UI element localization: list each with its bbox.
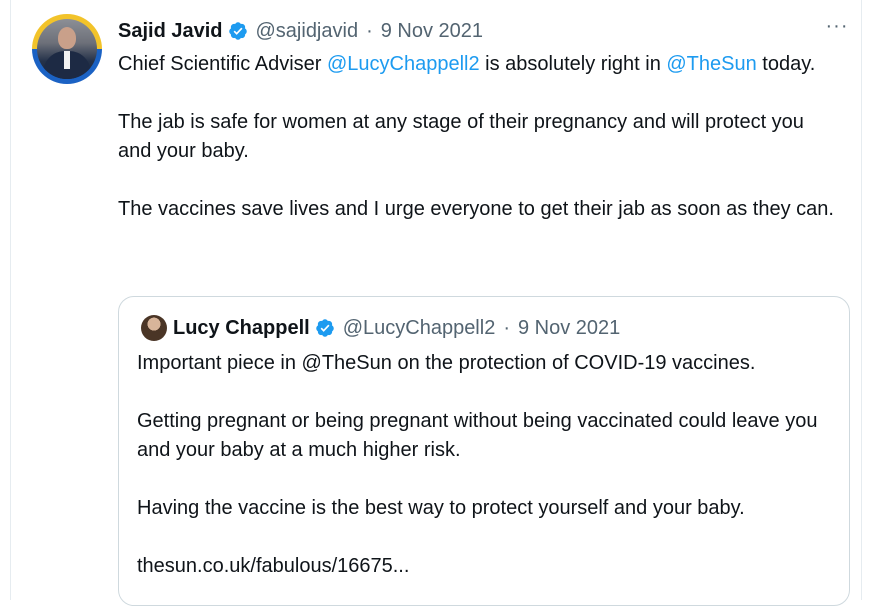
quoted-paragraph-2: Getting pregnant or being pregnant witho… xyxy=(137,410,818,461)
quoted-header-separator: · xyxy=(503,316,510,339)
quoted-author-name: Lucy Chappell xyxy=(173,316,310,339)
header-separator: · xyxy=(366,19,373,42)
tweet-paragraph-1: Chief Scientific Adviser @LucyChappell2 … xyxy=(118,50,838,79)
mention-link[interactable]: @LucyChappell2 xyxy=(327,53,480,75)
quoted-paragraph-1: Important piece in @TheSun on the protec… xyxy=(137,352,756,374)
quoted-tweet-header: Lucy Chappell @LucyChappell2 · 9 Nov 202… xyxy=(173,314,620,342)
tweet-paragraph-3: The vaccines save lives and I urge every… xyxy=(118,198,834,220)
quoted-tweet[interactable]: Lucy Chappell @LucyChappell2 · 9 Nov 202… xyxy=(118,296,850,606)
tweet-text-segment: Chief Scientific Adviser xyxy=(118,53,327,75)
tweet-date[interactable]: 9 Nov 2021 xyxy=(381,20,483,43)
tweet-header: Sajid Javid @sajidjavid · 9 Nov 2021 xyxy=(118,16,483,46)
more-options-icon[interactable]: ··· xyxy=(822,14,852,38)
author-handle[interactable]: @sajidjavid xyxy=(256,20,359,43)
tweet-body: Chief Scientific Adviser @LucyChappell2 … xyxy=(118,50,838,253)
mention-link[interactable]: @TheSun xyxy=(666,53,756,75)
tweet-paragraph-2: The jab is safe for women at any stage o… xyxy=(118,111,804,162)
quoted-author-handle: @LucyChappell2 xyxy=(342,316,496,339)
quoted-author-avatar xyxy=(141,315,167,341)
tweet-text-segment: is absolutely right in xyxy=(479,53,667,75)
avatar-shirt xyxy=(64,51,70,69)
avatar-photo xyxy=(37,19,97,79)
verified-badge-icon xyxy=(315,319,334,337)
avatar-head xyxy=(58,27,76,49)
quoted-tweet-date: 9 Nov 2021 xyxy=(518,316,621,339)
author-name[interactable]: Sajid Javid xyxy=(118,20,223,43)
quoted-paragraph-3: Having the vaccine is the best way to pr… xyxy=(137,497,745,519)
tweet-text-segment: today. xyxy=(756,53,816,75)
quoted-tweet-body: Important piece in @TheSun on the protec… xyxy=(137,349,837,610)
quoted-link: thesun.co.uk/fabulous/16675... xyxy=(137,555,410,577)
verified-badge-icon xyxy=(228,22,247,40)
author-avatar[interactable] xyxy=(32,14,102,84)
